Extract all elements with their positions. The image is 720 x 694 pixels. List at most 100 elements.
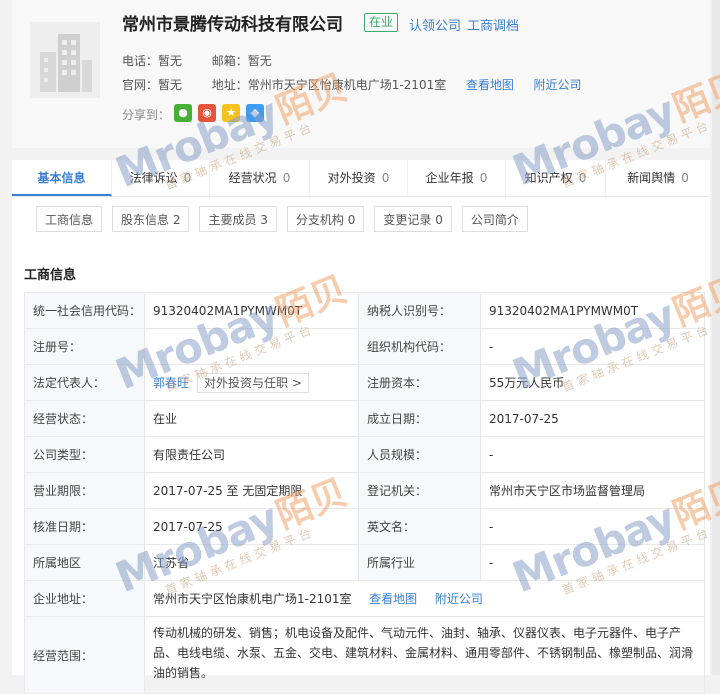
tab-label: 经营状况: [228, 171, 277, 185]
address-label: 地址：: [211, 78, 248, 92]
field-label: 经营范围：: [24, 616, 145, 694]
phone-label: 电话：: [122, 54, 159, 68]
field-label: 注册号：: [24, 328, 145, 365]
field-label: 所属地区: [24, 544, 145, 581]
company-detail-panel: 基本信息 法律诉讼 0 经营状况 0 对外投资 0 企业年报 0 知识产权 0 新闻舆情 0…: [12, 160, 710, 694]
legal-representative-cell: 郭春旺 对外投资与任职 >: [144, 364, 359, 401]
website-label: 官网：: [122, 78, 159, 92]
company-header: 常州市景腾传动科技有限公司 在业 认领公司 工商调档 电话：暂无 邮箱：暂无 官…: [12, 0, 710, 148]
table-row: 统一社会信用代码： 91320402MA1PYMWM0T 纳税人识别号： 913…: [24, 292, 705, 329]
table-row: 营业期限： 2017-07-25 至 无固定期限 登记机关： 常州市天宁区市场监…: [24, 472, 705, 509]
field-label: 企业地址：: [24, 580, 145, 617]
weibo-icon[interactable]: ◉: [198, 104, 216, 122]
website-value: 暂无: [158, 78, 183, 92]
field-value: 2017-07-25: [144, 508, 359, 545]
claim-company-link[interactable]: 认领公司: [409, 15, 461, 34]
company-name: 常州市景腾传动科技有限公司: [122, 15, 343, 35]
field-label: 成立日期：: [358, 400, 481, 437]
page-scroll-strip: [712, 0, 720, 675]
nearby-companies-link[interactable]: 附近公司: [534, 78, 582, 92]
subtab-branches[interactable]: 分支机构 0: [286, 206, 365, 232]
tab-operations[interactable]: 经营状况 0: [210, 160, 310, 196]
contact-line-1: 电话：暂无 邮箱：暂无: [122, 52, 272, 69]
subtab-shareholders[interactable]: 股东信息 2: [112, 206, 190, 232]
share-label: 分享到：: [122, 108, 171, 122]
field-value: -: [480, 436, 705, 473]
sub-tabs: 工商信息 股东信息 2 主要成员 3 分支机构 0 变更记录 0 公司简介: [36, 206, 528, 232]
email-label: 邮箱：: [211, 54, 248, 68]
share-icons: ● ◉ ★ ◆: [174, 104, 264, 122]
legal-representative-link[interactable]: 郭春旺: [153, 376, 189, 390]
field-value: -: [480, 544, 705, 581]
phone-value: 暂无: [158, 54, 183, 68]
field-label: 英文名：: [358, 508, 481, 545]
tab-count: 0: [282, 171, 291, 185]
table-row: 注册号： 组织机构代码： -: [24, 328, 705, 365]
tab-label: 新闻舆情: [627, 171, 676, 185]
tab-count: 0: [381, 171, 390, 185]
table-row: 所属地区 江苏省 所属行业 -: [24, 544, 705, 581]
company-address-value: 常州市天宁区怡康机电广场1-2101室: [153, 592, 352, 606]
field-label: 组织机构代码：: [358, 328, 481, 365]
tab-investments[interactable]: 对外投资 0: [310, 160, 408, 196]
table-row: 核准日期： 2017-07-25 英文名： -: [24, 508, 705, 545]
table-row: 经营范围： 传动机械的研发、销售；机电设备及配件、气动元件、油封、轴承、仪器仪表…: [24, 616, 705, 694]
field-label: 登记机关：: [358, 472, 481, 509]
table-row: 经营状态： 在业 成立日期： 2017-07-25: [24, 400, 705, 437]
field-label: 纳税人识别号：: [358, 292, 481, 329]
field-value: 55万元人民币: [480, 364, 705, 401]
tab-label: 知识产权: [524, 171, 573, 185]
field-label: 核准日期：: [24, 508, 145, 545]
field-label: 法定代表人：: [24, 364, 145, 401]
company-status-badge: 在业: [364, 13, 399, 32]
field-value: 常州市天宁区市场监督管理局: [480, 472, 705, 509]
view-map-link[interactable]: 查看地图: [369, 592, 417, 606]
nearby-companies-link[interactable]: 附近公司: [435, 592, 483, 606]
field-label: 营业期限：: [24, 472, 145, 509]
field-value: 2017-07-25: [480, 400, 705, 437]
tab-count: 0: [479, 171, 488, 185]
company-logo-placeholder-icon: [30, 22, 100, 98]
tab-basic-info[interactable]: 基本信息: [12, 160, 112, 196]
wechat-icon[interactable]: ●: [174, 104, 192, 122]
field-label: 经营状态：: [24, 400, 145, 437]
subtab-business-info[interactable]: 工商信息: [36, 206, 103, 232]
tab-label: 法律诉讼: [129, 171, 178, 185]
field-label: 所属行业: [358, 544, 481, 581]
tab-label: 基本信息: [37, 171, 86, 185]
field-value: 江苏省: [144, 544, 359, 581]
view-map-link[interactable]: 查看地图: [466, 78, 514, 92]
field-value: -: [480, 328, 705, 365]
tab-litigation[interactable]: 法律诉讼 0: [112, 160, 210, 196]
field-value: -: [480, 508, 705, 545]
main-tabs: 基本信息 法律诉讼 0 经营状况 0 对外投资 0 企业年报 0 知识产权 0 新闻舆情 0: [12, 160, 710, 197]
tab-count: 0: [578, 171, 587, 185]
tab-count: 0: [681, 171, 689, 185]
address-value: 常州市天宁区怡康机电广场1-2101室: [247, 78, 447, 92]
field-value: 在业: [144, 400, 359, 437]
table-row: 企业地址： 常州市天宁区怡康机电广场1-2101室 查看地图 附近公司: [24, 580, 705, 617]
field-value: 2017-07-25 至 无固定期限: [144, 472, 359, 509]
field-value: 91320402MA1PYMWM0T: [144, 292, 359, 329]
business-scope-value: 传动机械的研发、销售；机电设备及配件、气动元件、油封、轴承、仪器仪表、电子元器件…: [144, 616, 705, 694]
field-value: [144, 328, 359, 365]
business-archive-link[interactable]: 工商调档: [467, 15, 519, 34]
contact-line-2: 官网：暂无 地址：常州市天宁区怡康机电广场1-2101室 查看地图 附近公司: [122, 76, 582, 93]
subtab-change-records[interactable]: 变更记录 0: [374, 206, 452, 232]
tab-intellectual-property[interactable]: 知识产权 0: [506, 160, 606, 196]
tab-count: 0: [183, 171, 192, 185]
table-row: 公司类型： 有限责任公司 人员规模： -: [24, 436, 705, 473]
table-row: 法定代表人： 郭春旺 对外投资与任职 > 注册资本： 55万元人民币: [24, 364, 705, 401]
tab-annual-reports[interactable]: 企业年报 0: [408, 160, 506, 196]
field-value: 91320402MA1PYMWM0T: [480, 292, 705, 329]
tab-news[interactable]: 新闻舆情 0: [606, 160, 710, 196]
business-info-table: 统一社会信用代码： 91320402MA1PYMWM0T 纳税人识别号： 913…: [24, 292, 705, 694]
qzone-star-icon[interactable]: ★: [222, 104, 240, 122]
field-label: 注册资本：: [358, 364, 481, 401]
investments-and-positions-button[interactable]: 对外投资与任职 >: [197, 372, 309, 393]
subtab-key-members[interactable]: 主要成员 3: [199, 206, 277, 232]
tab-label: 对外投资: [327, 171, 376, 185]
field-label: 人员规模：: [358, 436, 481, 473]
subtab-company-profile[interactable]: 公司简介: [461, 206, 528, 232]
qq-icon[interactable]: ◆: [246, 104, 264, 122]
